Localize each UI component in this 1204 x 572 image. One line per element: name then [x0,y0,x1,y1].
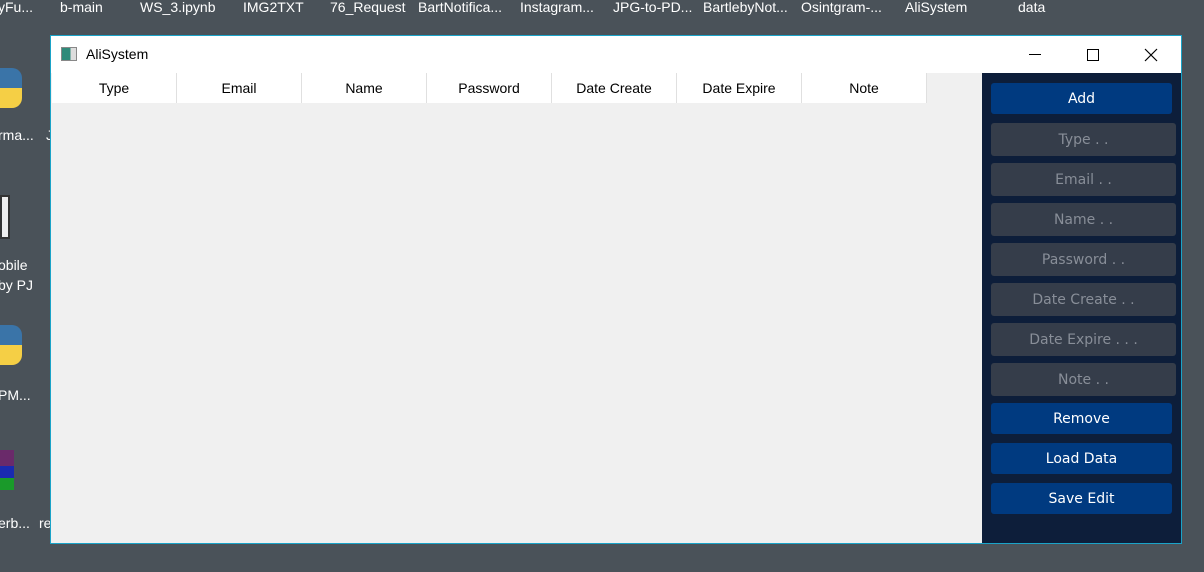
desktop-icon-label[interactable]: yFu... [0,0,33,15]
close-button[interactable] [1122,36,1180,73]
desktop-icon-label[interactable]: erb... [0,515,30,531]
desktop-icon-label[interactable]: AliSystem [905,0,967,15]
desktop-icon-label[interactable]: by PJ [0,277,33,293]
column-header-date-create[interactable]: Date Create [552,73,677,103]
desktop-icon-label[interactable]: PM... [0,387,31,403]
close-icon [1144,48,1158,61]
maximize-icon [1087,48,1099,61]
app-window: AliSystem Type Email Name Password Date … [50,35,1182,544]
desktop-icon-label[interactable]: Instagram... [520,0,594,15]
desktop-icon-label[interactable]: 76_Request [330,0,406,15]
column-header-password[interactable]: Password [427,73,552,103]
app-window-icon [61,47,77,61]
window-title: AliSystem [86,46,149,62]
python-file-icon[interactable] [0,68,22,108]
desktop-icon-label[interactable]: Osintgram-... [801,0,882,15]
desktop-icon-label[interactable]: WS_3.ipynb [140,0,215,15]
email-input[interactable] [991,163,1176,196]
save-edit-button[interactable]: Save Edit [991,483,1172,514]
desktop-icon-label[interactable]: obile [0,257,28,273]
desktop-icon-label[interactable]: BartlebyNot... [703,0,788,15]
maximize-button[interactable] [1064,36,1122,73]
column-header-email[interactable]: Email [177,73,302,103]
password-input[interactable] [991,243,1176,276]
desktop-icon-label[interactable]: JPG-to-PD... [613,0,692,15]
column-header-date-expire[interactable]: Date Expire [677,73,802,103]
desktop-icon-label[interactable]: IMG2TXT [243,0,304,15]
side-panel: Add Remove Load Data Save Edit [982,73,1181,543]
column-header-type[interactable]: Type [52,73,177,103]
title-bar[interactable]: AliSystem [51,36,1181,73]
qr-file-icon[interactable] [0,195,10,239]
date-create-input[interactable] [991,283,1176,316]
desktop-icon-label[interactable]: data [1018,0,1045,15]
type-input[interactable] [991,123,1176,156]
table-header: Type Email Name Password Date Create Dat… [52,73,927,103]
minimize-icon [1029,54,1041,55]
column-header-name[interactable]: Name [302,73,427,103]
python-file-icon[interactable] [0,325,22,365]
remove-button[interactable]: Remove [991,403,1172,434]
winrar-archive-icon[interactable] [0,450,14,490]
note-input[interactable] [991,363,1176,396]
desktop-icon-label[interactable]: b-main [60,0,103,15]
table-body[interactable] [52,103,982,543]
column-header-note[interactable]: Note [802,73,927,103]
date-expire-input[interactable] [991,323,1176,356]
minimize-button[interactable] [1006,36,1064,73]
add-button[interactable]: Add [991,83,1172,114]
desktop-icon-label[interactable]: BartNotifica... [418,0,502,15]
load-data-button[interactable]: Load Data [991,443,1172,474]
desktop-icon-label[interactable]: rma... [0,127,34,143]
name-input[interactable] [991,203,1176,236]
